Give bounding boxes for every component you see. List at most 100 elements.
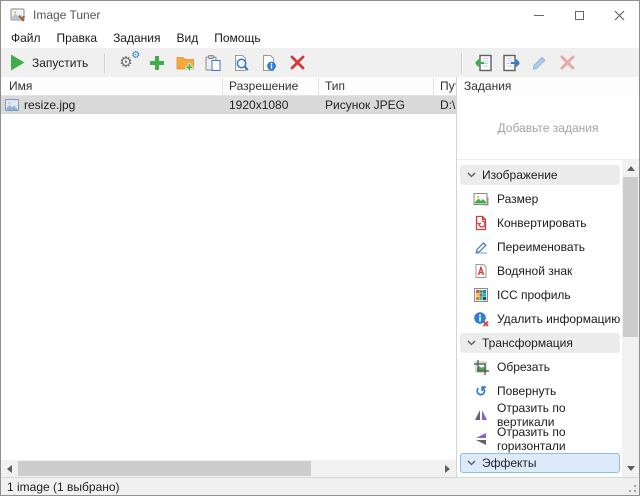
app-logo-icon — [10, 7, 26, 23]
minimize-button[interactable] — [519, 1, 559, 29]
watermark-icon — [473, 263, 489, 279]
section-image[interactable]: Изображение — [460, 165, 620, 185]
section-transform-label: Трансформация — [482, 336, 573, 350]
import-tasks-button[interactable] — [469, 50, 497, 76]
section-effects[interactable]: Эффекты — [460, 453, 620, 473]
menu-file[interactable]: Файл — [3, 29, 49, 48]
column-header-name[interactable]: Имя — [1, 77, 223, 95]
run-button[interactable]: Запустить — [1, 50, 98, 76]
add-folder-icon — [176, 54, 195, 72]
task-watermark[interactable]: Водяной знак — [457, 259, 622, 283]
file-info-icon — [260, 54, 278, 72]
file-path: D:\ — [434, 98, 456, 112]
file-info-button[interactable] — [255, 50, 283, 76]
file-row-selected[interactable]: resize.jpg 1920x1080 Рисунок JPEG D:\ — [1, 96, 456, 114]
horizontal-scroll-thumb[interactable] — [18, 461, 311, 476]
flip-horizontal-icon — [473, 431, 489, 447]
task-flip-vertical[interactable]: Отразить по вертикали — [457, 403, 622, 427]
settings-gears-icon: ⚙ ⚙ — [119, 54, 139, 72]
remove-info-icon — [473, 311, 489, 327]
chevron-down-icon — [467, 172, 476, 178]
tasks-panel-header: Задания — [457, 77, 639, 96]
remove-files-button[interactable] — [283, 50, 311, 76]
task-convert[interactable]: Конвертировать — [457, 211, 622, 235]
scroll-right-icon — [445, 465, 450, 473]
column-header-resolution[interactable]: Разрешение — [223, 77, 319, 95]
status-text: 1 image (1 выбрано) — [7, 480, 120, 494]
vertical-scrollbar[interactable] — [622, 160, 639, 477]
task-remove-info[interactable]: Удалить информацию — [457, 307, 622, 331]
minimize-icon — [534, 15, 544, 16]
rotate-icon: ↺ — [473, 383, 489, 399]
task-icc-label: ICC профиль — [497, 288, 571, 302]
scroll-down-button[interactable] — [622, 460, 639, 477]
title-bar: Image Tuner — [1, 1, 639, 29]
file-list: Имя Разрешение Тип Путь resize.jpg 1920x… — [1, 77, 457, 477]
task-rename-label: Переименовать — [497, 240, 585, 254]
task-remove-info-label: Удалить информацию — [497, 312, 620, 326]
menu-help[interactable]: Помощь — [206, 29, 268, 48]
tasks-empty-hint: Добавьте задания — [457, 96, 639, 160]
task-rename[interactable]: Переименовать — [457, 235, 622, 259]
app-window: Image Tuner Файл Правка Задания Вид Помо… — [0, 0, 640, 496]
rename-icon — [473, 239, 489, 255]
section-image-label: Изображение — [482, 168, 558, 182]
tasks-list: Изображение Размер — [457, 160, 622, 477]
import-tasks-icon — [474, 54, 493, 72]
section-effects-label: Эффекты — [482, 456, 537, 470]
file-type: Рисунок JPEG — [319, 98, 434, 112]
task-resize[interactable]: Размер — [457, 187, 622, 211]
menu-bar: Файл Правка Задания Вид Помощь — [1, 29, 639, 48]
chevron-down-icon — [467, 460, 476, 466]
window-title: Image Tuner — [33, 8, 100, 22]
file-list-header: Имя Разрешение Тип Путь — [1, 77, 456, 96]
export-tasks-icon — [502, 54, 521, 72]
scroll-up-button[interactable] — [622, 160, 639, 177]
tasks-catalog: Изображение Размер — [457, 160, 639, 477]
scroll-left-button[interactable] — [1, 460, 18, 477]
scroll-right-button[interactable] — [439, 460, 456, 477]
column-header-type[interactable]: Тип — [319, 77, 434, 95]
task-convert-label: Конвертировать — [497, 216, 587, 230]
preview-button[interactable] — [227, 50, 255, 76]
play-icon — [10, 54, 25, 71]
chevron-down-icon — [467, 340, 476, 346]
status-bar: 1 image (1 выбрано) — [1, 477, 639, 495]
task-crop-label: Обрезать — [497, 360, 550, 374]
task-flip-horizontal[interactable]: Отразить по горизонтали — [457, 427, 622, 451]
menu-edit[interactable]: Правка — [49, 29, 106, 48]
task-crop[interactable]: Обрезать — [457, 355, 622, 379]
maximize-button[interactable] — [559, 1, 599, 29]
edit-task-button[interactable] — [525, 50, 553, 76]
toolbar-separator-right — [461, 53, 463, 73]
close-icon — [614, 10, 625, 21]
toolbar: Запустить ⚙ ⚙ — [1, 48, 639, 77]
tasks-panel: Задания Добавьте задания Изображение — [457, 77, 639, 477]
settings-button[interactable]: ⚙ ⚙ — [115, 50, 143, 76]
file-name: resize.jpg — [24, 98, 75, 112]
task-rotate[interactable]: ↺ Повернуть — [457, 379, 622, 403]
vertical-scroll-track[interactable] — [622, 177, 639, 460]
paste-button[interactable] — [199, 50, 227, 76]
section-transform[interactable]: Трансформация — [460, 333, 620, 353]
edit-task-icon — [530, 54, 548, 72]
resize-grip-icon[interactable] — [625, 481, 637, 493]
file-name-cell: resize.jpg — [1, 98, 223, 112]
flip-vertical-icon — [473, 407, 489, 423]
horizontal-scrollbar[interactable] — [1, 460, 456, 477]
close-button[interactable] — [599, 1, 639, 29]
vertical-scroll-thumb[interactable] — [623, 177, 638, 337]
preview-icon — [232, 54, 250, 72]
export-tasks-button[interactable] — [497, 50, 525, 76]
add-folder-button[interactable] — [171, 50, 199, 76]
column-header-path[interactable]: Путь — [434, 77, 456, 95]
crop-icon — [473, 359, 489, 375]
menu-view[interactable]: Вид — [169, 29, 207, 48]
add-files-button[interactable] — [143, 50, 171, 76]
task-rotate-label: Повернуть — [497, 384, 556, 398]
task-icc-profile[interactable]: ICC профиль — [457, 283, 622, 307]
menu-tasks[interactable]: Задания — [105, 29, 168, 48]
resize-icon — [473, 191, 489, 207]
horizontal-scroll-track[interactable] — [18, 460, 439, 477]
delete-task-button[interactable] — [553, 50, 581, 76]
